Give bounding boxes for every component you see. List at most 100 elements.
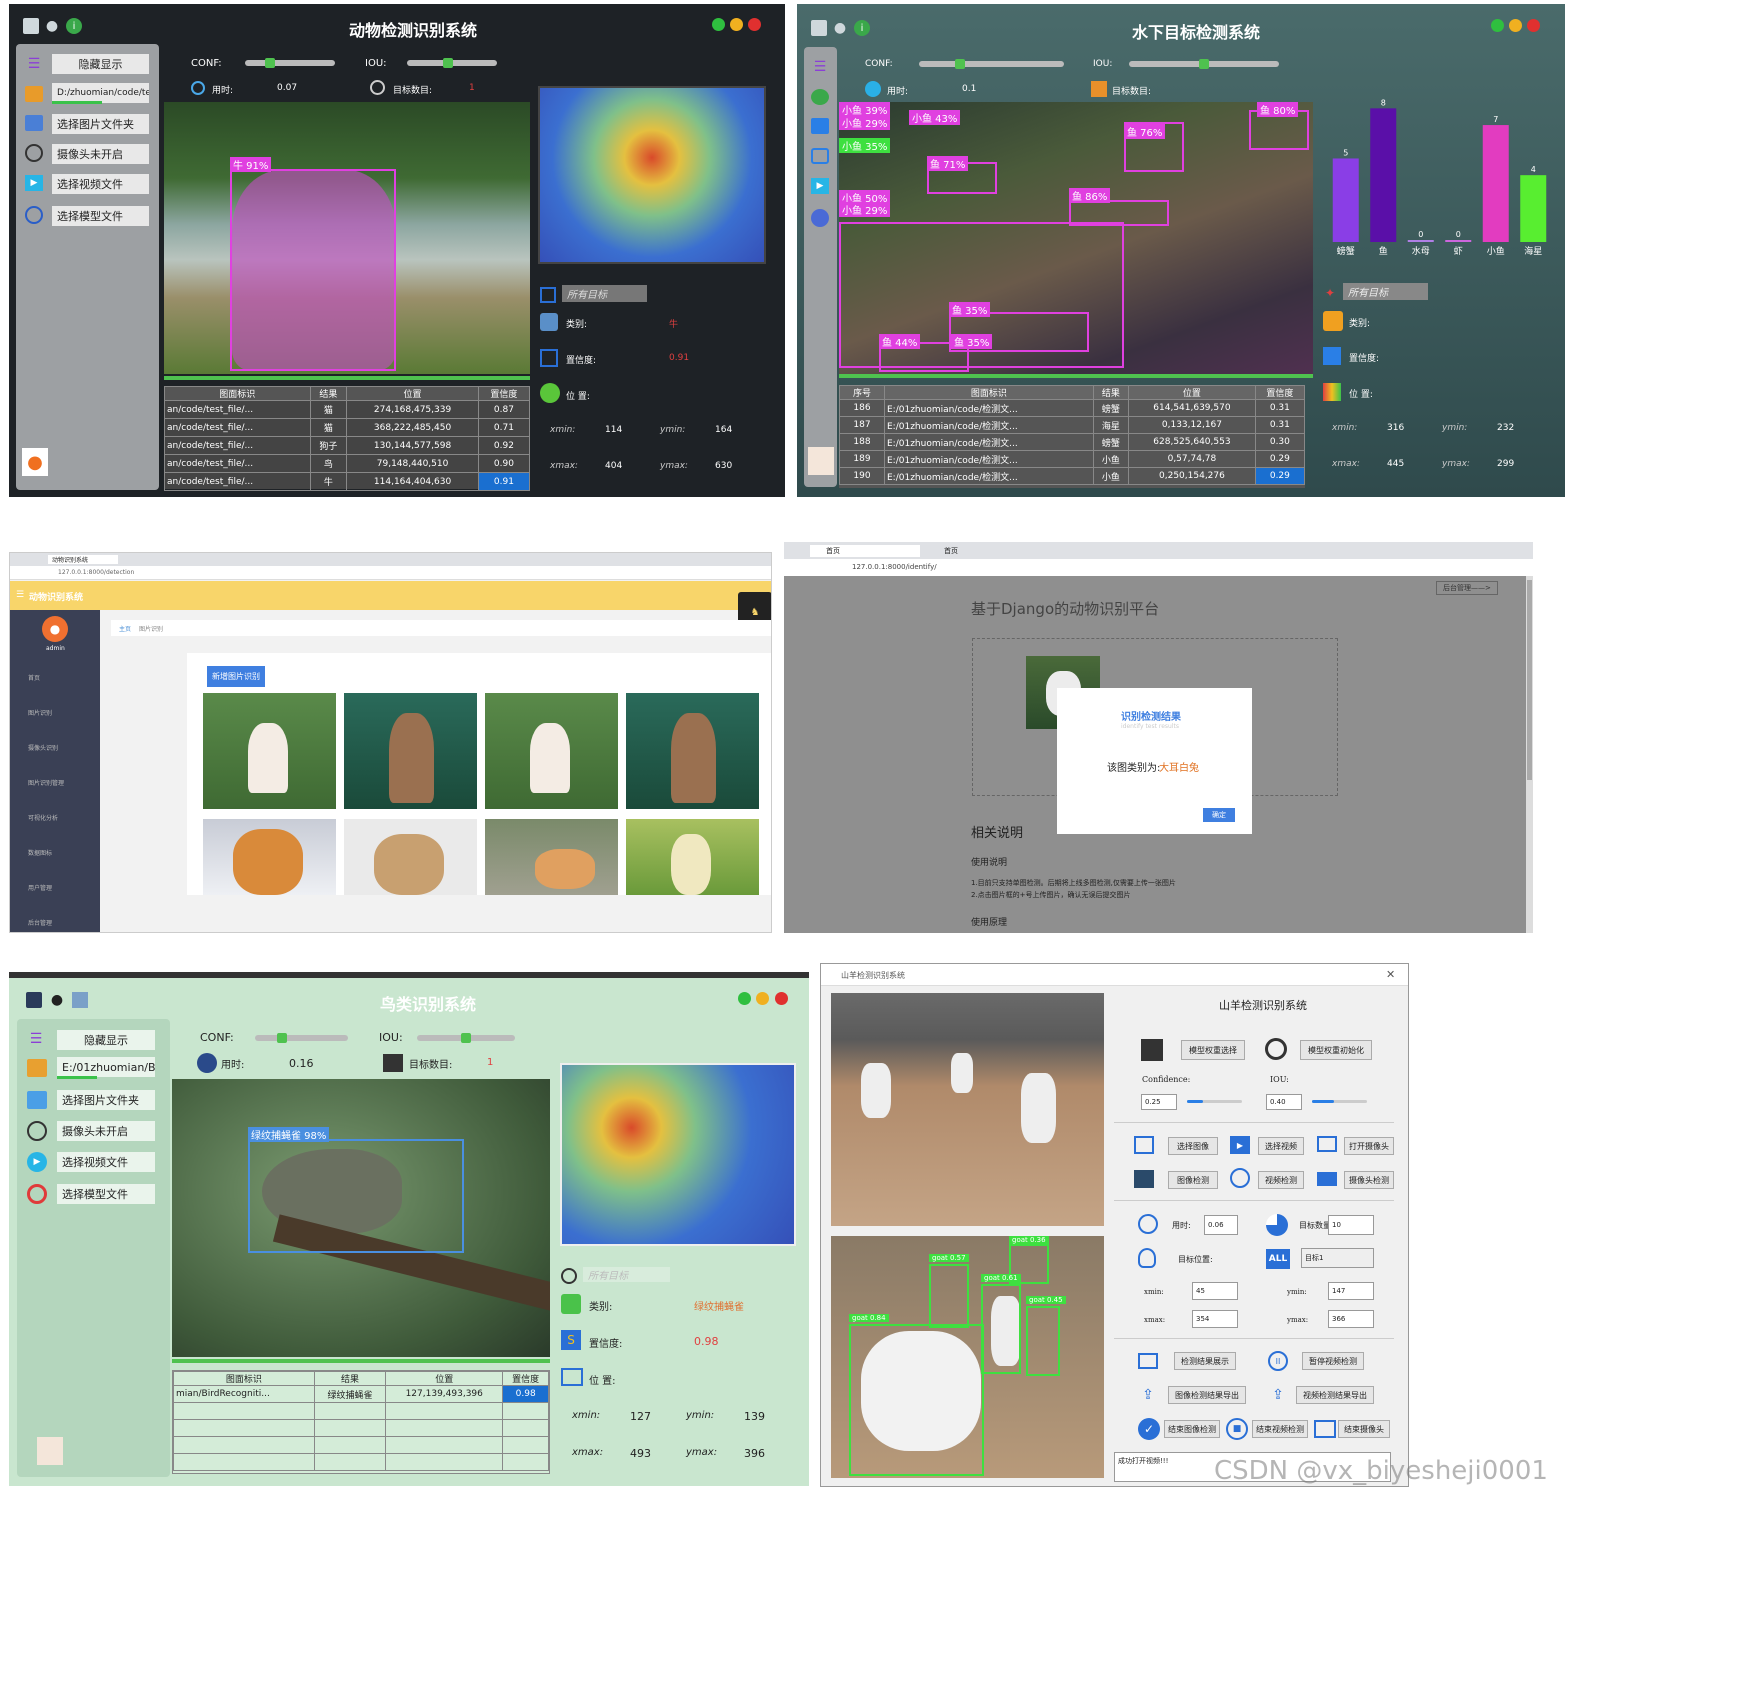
admin-link[interactable]: 后台管理——> [1436, 581, 1498, 595]
save-icon[interactable] [26, 992, 42, 1008]
count-field[interactable]: 10 [1328, 1215, 1374, 1235]
confidence-spinbox[interactable]: 0.25 [1141, 1094, 1177, 1110]
folder-icon[interactable] [811, 118, 829, 134]
xmax-field[interactable]: 354 [1192, 1310, 1238, 1328]
add-image-recognition-button[interactable]: 新增图片识别 [207, 666, 265, 687]
image-icon[interactable] [811, 89, 829, 105]
info-icon[interactable]: i [66, 18, 82, 34]
iou-slider[interactable] [1312, 1100, 1367, 1103]
hide-display-button[interactable]: 隐藏显示 [57, 1030, 155, 1050]
export-video-results-button[interactable]: 视频检测结果导出 [1296, 1386, 1374, 1404]
avatar[interactable] [808, 447, 834, 475]
table-row[interactable]: an/code/test_file/... 猫 274,168,475,339 0.8… [164, 400, 531, 419]
open-camera-button[interactable]: 打开摄像头 [1344, 1137, 1394, 1155]
video-icon[interactable]: ▶ [25, 175, 43, 191]
nav-item-image-recognition[interactable]: 图片识别 [28, 708, 52, 717]
maximize-button[interactable] [730, 18, 743, 31]
ymin-field[interactable]: 147 [1328, 1282, 1374, 1300]
show-results-button[interactable]: 检测结果展示 [1174, 1352, 1236, 1370]
export-image-results-button[interactable]: 图像检测结果导出 [1168, 1386, 1246, 1404]
table-row[interactable]: mian/BirdRecogniti... 绿纹捕蝇雀 127,139,493,39… [173, 1385, 549, 1403]
breadcrumb-home[interactable]: 主页 [119, 624, 131, 633]
table-row[interactable]: 189 E:/01zhuomian/code/检测文... 小鱼 0,57,74,78… [839, 450, 1306, 468]
select-image-folder-button[interactable]: 选择图片文件夹 [52, 114, 149, 134]
menu-icon[interactable]: ☰ [25, 56, 43, 72]
table-row[interactable]: an/code/test_file/... 猫 368,222,485,450 0.7… [164, 418, 531, 437]
close-button[interactable] [748, 18, 761, 31]
image-icon[interactable] [27, 1059, 47, 1077]
save-icon[interactable] [23, 18, 39, 34]
conf-slider[interactable] [255, 1033, 348, 1043]
nav-item-visualization[interactable]: 可视化分析 [28, 813, 58, 822]
image-detect-button[interactable]: 图像检测 [1168, 1171, 1218, 1189]
iou-slider[interactable] [1129, 59, 1279, 69]
video-detect-button[interactable]: 视频检测 [1258, 1171, 1304, 1189]
nav-item-admin[interactable]: 后台管理 [28, 918, 52, 927]
minimize-button[interactable] [712, 18, 725, 31]
camera-icon[interactable] [25, 144, 43, 162]
avatar[interactable]: ● [22, 448, 48, 476]
camera-button[interactable]: 摄像头未开启 [57, 1121, 155, 1141]
gallery-image[interactable] [344, 819, 477, 895]
menu-icon[interactable]: ☰ [811, 59, 829, 75]
info-icon[interactable]: i [854, 20, 870, 36]
model-icon[interactable] [27, 1184, 47, 1204]
nav-item-user-management[interactable]: 用户管理 [28, 883, 52, 892]
maximize-button[interactable] [1509, 19, 1522, 32]
camera-icon[interactable] [27, 1121, 47, 1141]
camera-detect-button[interactable]: 摄像头检测 [1344, 1171, 1394, 1189]
minimize-button[interactable] [738, 992, 751, 1005]
target-select[interactable]: 所有目标 [583, 1267, 670, 1282]
gallery-image[interactable] [344, 693, 477, 809]
minimize-button[interactable] [1491, 19, 1504, 32]
model-icon[interactable] [25, 206, 43, 224]
model-weight-init-button[interactable]: 模型权重初始化 [1300, 1040, 1372, 1060]
folder-icon[interactable] [27, 1091, 47, 1109]
gallery-image[interactable] [203, 693, 336, 809]
xmin-field[interactable]: 45 [1192, 1282, 1238, 1300]
path-input[interactable]: E:/01zhuomian/BirdRe [57, 1057, 155, 1077]
browser-tab[interactable]: 动物识别系统 [48, 555, 119, 564]
path-input[interactable]: D:/zhuomian/code/tes [52, 83, 149, 103]
image-icon[interactable] [25, 86, 43, 102]
gallery-image[interactable] [626, 693, 759, 809]
target-select[interactable]: 目标1 [1301, 1248, 1374, 1268]
modal-ok-button[interactable]: 确定 [1203, 808, 1235, 822]
model-icon[interactable] [811, 209, 829, 227]
end-image-detect-button[interactable]: 结束图像检测 [1164, 1420, 1220, 1438]
menu-icon[interactable]: ☰ [27, 1031, 45, 1047]
user-icon[interactable]: ● [49, 992, 65, 1008]
select-image-folder-button[interactable]: 选择图片文件夹 [57, 1090, 155, 1110]
select-model-button[interactable]: 选择模型文件 [52, 206, 149, 226]
browser-tab[interactable]: 首页 [928, 545, 1038, 557]
gallery-image[interactable] [626, 819, 759, 895]
gallery-image[interactable] [485, 693, 618, 809]
gallery-image[interactable] [203, 819, 336, 895]
camera-button[interactable]: 摄像头未开启 [52, 144, 149, 164]
confidence-slider[interactable] [1187, 1100, 1242, 1103]
table-row[interactable]: 187 E:/01zhuomian/code/检测文... 海星 0,133,12,1… [839, 416, 1306, 434]
folder-icon[interactable] [25, 115, 43, 131]
nav-item-camera-recognition[interactable]: 摄像头识别 [28, 743, 58, 752]
avatar[interactable]: ● [42, 616, 68, 642]
select-image-button[interactable]: 选择图像 [1168, 1137, 1218, 1155]
model-weight-select-button[interactable]: 模型权重选择 [1181, 1040, 1245, 1060]
table-row[interactable]: an/code/test_file/... 鸟 79,148,440,510 0.90 [164, 454, 531, 473]
select-video-button[interactable]: 选择视频文件 [52, 174, 149, 194]
table-row[interactable]: an/code/test_file/... 狗子 130,144,577,598 0.… [164, 436, 531, 455]
menu-icon[interactable]: ☰ [16, 590, 24, 600]
avatar[interactable] [37, 1437, 63, 1465]
target-select[interactable]: 所有目标 [562, 285, 647, 302]
iou-spinbox[interactable]: 0.40 [1266, 1094, 1302, 1110]
conf-slider[interactable] [245, 58, 335, 68]
iou-slider[interactable] [417, 1033, 515, 1043]
ymax-field[interactable]: 366 [1328, 1310, 1374, 1328]
close-button[interactable] [775, 992, 788, 1005]
save-icon[interactable] [811, 20, 827, 36]
url-input[interactable]: 127.0.0.1:8000/detection [58, 569, 134, 576]
end-camera-button[interactable]: 结束摄像头 [1338, 1420, 1390, 1438]
gallery-image[interactable] [485, 819, 618, 895]
table-row[interactable]: an/code/test_file/... 牛 114,164,404,630 0.9… [164, 472, 531, 491]
video-icon[interactable]: ▶ [811, 178, 829, 194]
close-button[interactable] [1527, 19, 1540, 32]
